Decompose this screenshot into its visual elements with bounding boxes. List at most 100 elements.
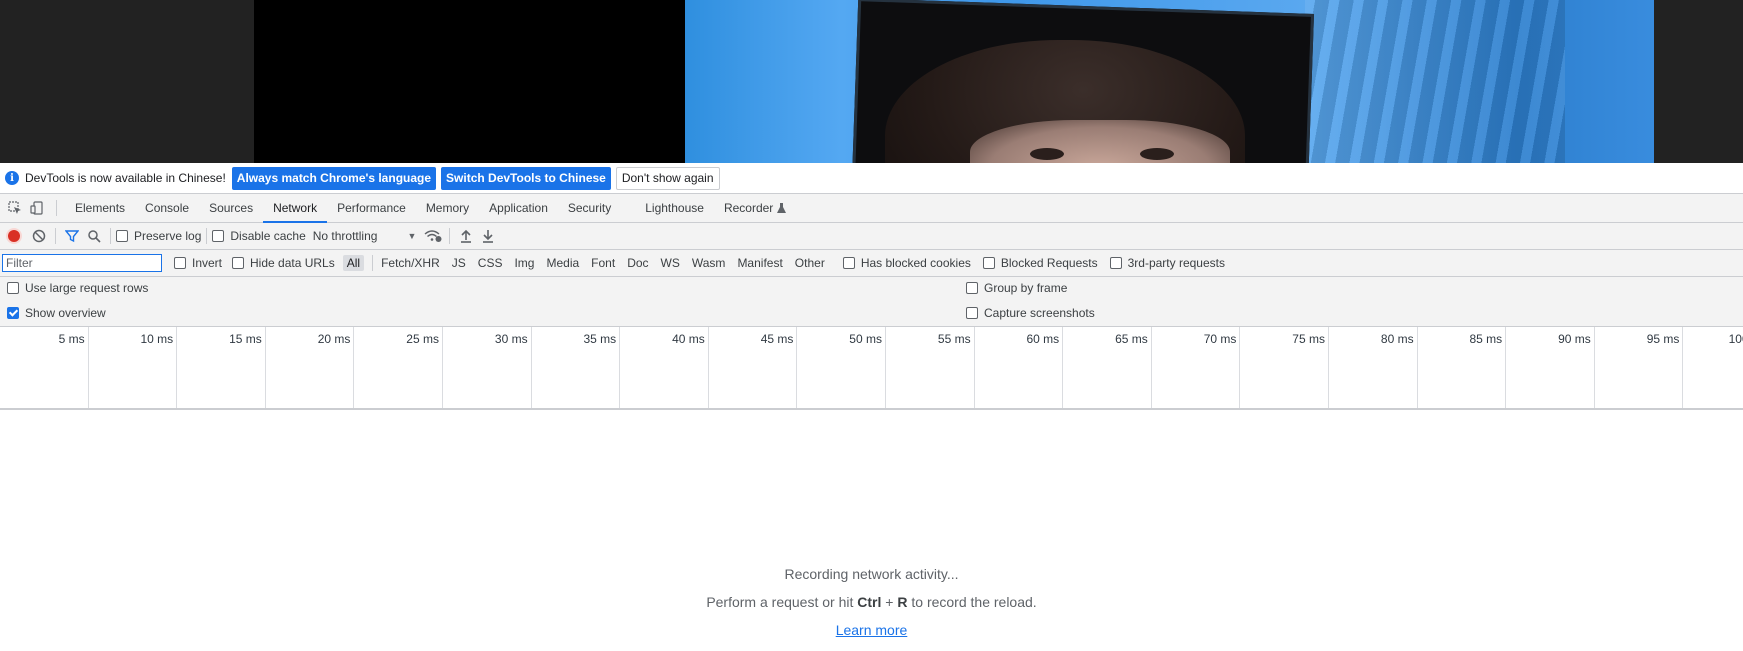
overview-tick-label: 50 ms [849, 332, 882, 346]
video-frame [254, 0, 1654, 163]
overview-tick-label: 80 ms [1380, 332, 1414, 346]
has-blocked-cookies-checkbox[interactable]: Has blocked cookies [842, 256, 971, 270]
tab-recorder[interactable]: Recorder [714, 194, 796, 222]
group-by-frame-box[interactable] [966, 282, 978, 294]
overview-tick: 15 ms [177, 327, 266, 408]
overview-tick: 55 ms [886, 327, 975, 408]
overview-tick-label: 100 ms [1728, 332, 1743, 346]
has-blocked-cookies-box[interactable] [842, 257, 855, 269]
type-filter-css[interactable]: CSS [474, 255, 507, 271]
filter-icon[interactable] [61, 225, 83, 247]
overview-tick: 75 ms [1240, 327, 1329, 408]
type-filter-fetch-xhr[interactable]: Fetch/XHR [377, 255, 444, 271]
tab-security[interactable]: Security [558, 194, 621, 222]
invert-box[interactable] [174, 257, 186, 269]
large-rows-checkbox[interactable]: Use large request rows [7, 281, 148, 295]
search-icon[interactable] [83, 225, 105, 247]
network-overview[interactable]: 5 ms 10 ms 15 ms 20 ms 25 ms 30 ms 35 ms 40 ms 4… [0, 327, 1743, 410]
disable-cache-box[interactable] [212, 230, 225, 242]
invert-checkbox[interactable]: Invert [174, 256, 222, 270]
export-har-icon[interactable] [477, 225, 499, 247]
blocked-requests-box[interactable] [982, 257, 995, 269]
overview-tick-label: 30 ms [494, 332, 528, 346]
tab-memory[interactable]: Memory [416, 194, 479, 222]
disable-cache-checkbox[interactable]: Disable cache [212, 229, 306, 243]
overview-tick: 45 ms [709, 327, 798, 408]
tab-recorder-label: Recorder [723, 201, 774, 215]
device-toolbar-icon[interactable] [26, 194, 48, 222]
show-overview-box[interactable] [7, 307, 19, 319]
type-filter-all[interactable]: All [342, 255, 365, 271]
hide-data-urls-box[interactable] [232, 257, 245, 269]
tab-application[interactable]: Application [479, 194, 558, 222]
large-rows-box[interactable] [7, 282, 19, 294]
tab-sources[interactable]: Sources [199, 194, 263, 222]
tab-elements[interactable]: Elements [65, 194, 135, 222]
overview-tick-label: 20 ms [317, 332, 351, 346]
page-video-area [0, 0, 1743, 163]
inspect-element-icon[interactable] [4, 194, 26, 222]
overview-tick-label: 35 ms [583, 332, 617, 346]
match-language-button[interactable]: Always match Chrome's language [231, 166, 437, 190]
overview-tick: 100 ms [1683, 327, 1743, 408]
type-filter-doc[interactable]: Doc [623, 255, 652, 271]
preserve-log-box[interactable] [116, 230, 128, 242]
info-icon: i [5, 171, 19, 185]
tab-performance[interactable]: Performance [327, 194, 416, 222]
capture-screenshots-checkbox[interactable]: Capture screenshots [966, 306, 1095, 320]
devtools-tabbar: Elements Console Sources Network Perform… [0, 194, 1743, 223]
learn-more-link[interactable]: Learn more [836, 622, 908, 638]
capture-screenshots-box[interactable] [966, 307, 978, 319]
third-party-requests-label: 3rd-party requests [1127, 256, 1225, 270]
type-filter-manifest[interactable]: Manifest [733, 255, 786, 271]
hide-data-urls-checkbox[interactable]: Hide data URLs [232, 256, 335, 270]
network-settings: Use large request rows Group by frame Sh… [0, 277, 1743, 327]
video-image [685, 0, 1654, 163]
tab-lighthouse[interactable]: Lighthouse [635, 194, 714, 222]
experiment-flask-icon [777, 202, 787, 213]
overview-tick-label: 95 ms [1646, 332, 1680, 346]
filter-bar: Invert Hide data URLs All Fetch/XHR JS C… [0, 250, 1743, 277]
group-by-frame-checkbox[interactable]: Group by frame [966, 281, 1067, 295]
type-filter-media[interactable]: Media [542, 255, 583, 271]
network-toolbar: Preserve log Disable cache No throttling… [0, 223, 1743, 250]
type-filter-img[interactable]: Img [510, 255, 538, 271]
type-filter-wasm[interactable]: Wasm [688, 255, 730, 271]
overview-tick: 30 ms [443, 327, 532, 408]
type-filter-ws[interactable]: WS [657, 255, 684, 271]
third-party-requests-box[interactable] [1109, 257, 1122, 269]
overview-tick: 85 ms [1418, 327, 1507, 408]
overview-tick-label: 65 ms [1115, 332, 1148, 346]
type-filter-js[interactable]: JS [448, 255, 470, 271]
overview-tick: 40 ms [620, 327, 709, 408]
record-icon[interactable] [8, 230, 20, 242]
shortcut-key-ctrl: Ctrl [857, 594, 882, 610]
tab-console[interactable]: Console [135, 194, 199, 222]
blocked-requests-checkbox[interactable]: Blocked Requests [982, 256, 1098, 270]
throttling-select[interactable]: No throttling ▼ [313, 229, 417, 243]
request-list-empty: Recording network activity... Perform a … [0, 410, 1743, 651]
tab-network[interactable]: Network [263, 194, 328, 223]
overview-tick: 60 ms [975, 327, 1064, 408]
disable-cache-label: Disable cache [230, 229, 306, 243]
overview-tick-label: 10 ms [140, 332, 174, 346]
overview-tick: 20 ms [266, 327, 355, 408]
overview-tick-label: 15 ms [229, 332, 262, 346]
overview-tick-label: 5 ms [58, 332, 85, 346]
import-har-icon[interactable] [455, 225, 477, 247]
show-overview-label: Show overview [25, 306, 106, 320]
filter-input[interactable] [2, 254, 162, 272]
has-blocked-cookies-label: Has blocked cookies [860, 256, 971, 270]
type-filter-other[interactable]: Other [791, 255, 829, 271]
dont-show-again-button[interactable]: Don't show again [615, 166, 720, 190]
overview-tick-label: 25 ms [406, 332, 439, 346]
clear-icon[interactable] [28, 225, 50, 247]
network-conditions-icon[interactable] [422, 225, 444, 247]
show-overview-checkbox[interactable]: Show overview [7, 306, 106, 320]
recording-message: Recording network activity... [784, 566, 959, 582]
overview-tick: 5 ms [0, 327, 89, 408]
type-filter-font[interactable]: Font [587, 255, 619, 271]
third-party-requests-checkbox[interactable]: 3rd-party requests [1109, 256, 1225, 270]
switch-chinese-button[interactable]: Switch DevTools to Chinese [441, 166, 611, 190]
preserve-log-checkbox[interactable]: Preserve log [116, 229, 201, 243]
